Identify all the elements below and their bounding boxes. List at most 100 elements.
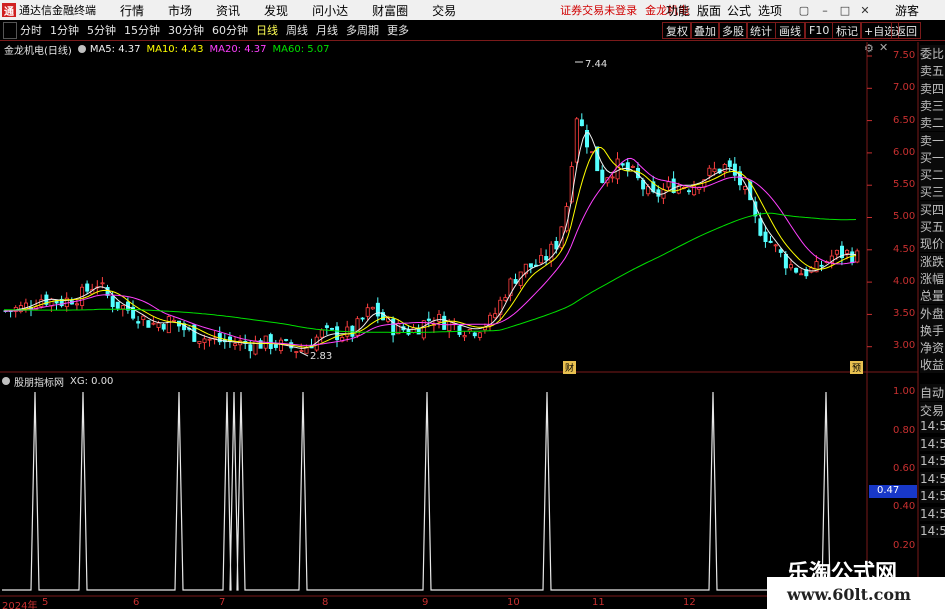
ma60-legend: MA60: 5.07: [272, 43, 330, 55]
candle-body: [156, 322, 161, 328]
chart-gear-icon[interactable]: ⚙: [864, 42, 874, 55]
quote-label: 卖三: [920, 96, 945, 114]
candle-body: [299, 350, 304, 352]
mark-button[interactable]: 标记: [832, 22, 862, 39]
overlay-button[interactable]: 叠加: [690, 22, 720, 39]
candle-body: [268, 334, 273, 349]
period-30min[interactable]: 30分钟: [168, 22, 204, 38]
menu-discover[interactable]: 发现: [264, 2, 288, 19]
candle-body: [819, 264, 824, 267]
indicator-header: 股朋指标网 XG: 0.00: [0, 373, 113, 389]
candle-body: [789, 264, 794, 269]
menu-wealth[interactable]: 财富圈: [372, 2, 408, 19]
menu-ask[interactable]: 问小达: [312, 2, 348, 19]
candle-body: [702, 179, 707, 188]
candle-body: [278, 339, 283, 352]
quote-label: 卖五: [920, 62, 945, 80]
candle-body: [95, 286, 100, 289]
collapse-arrow-icon[interactable]: [3, 21, 17, 39]
period-more[interactable]: 更多: [387, 22, 409, 38]
period-weekly[interactable]: 周线: [286, 22, 308, 38]
quote-label: 净资: [920, 339, 945, 357]
period-1min[interactable]: 1分钟: [50, 22, 79, 38]
f10-button[interactable]: F10: [805, 22, 834, 39]
chart-settings-icon[interactable]: [77, 45, 86, 53]
indicator-tick: 1.00: [893, 386, 916, 397]
period-monthly[interactable]: 月线: [316, 22, 338, 38]
menu-function[interactable]: 功能: [666, 2, 690, 19]
candle-body: [809, 267, 814, 273]
date-tick: 11: [592, 597, 605, 608]
candle-body: [646, 186, 651, 195]
quote-label: 现价: [920, 235, 945, 253]
candle-body: [59, 298, 64, 307]
candle-body: [69, 300, 74, 305]
skin-icon[interactable]: ▢: [797, 3, 811, 17]
candle-body: [39, 299, 44, 307]
menu-options[interactable]: 选项: [758, 2, 782, 19]
candle-body: [585, 129, 590, 148]
period-15min[interactable]: 15分钟: [124, 22, 160, 38]
menu-quotes[interactable]: 行情: [120, 2, 144, 19]
candle-body: [681, 187, 686, 189]
indicator-tick: 0.20: [893, 540, 916, 551]
candle-body: [85, 283, 90, 292]
date-tick: 12: [683, 597, 696, 608]
kline-chart[interactable]: [0, 0, 945, 609]
candle-body: [554, 240, 559, 250]
login-notice[interactable]: 证券交易未登录: [560, 2, 637, 18]
candle-body: [462, 335, 467, 338]
low-price-label: 2.83: [310, 351, 333, 362]
candle-body: [477, 332, 482, 338]
ma60-line: [4, 212, 857, 333]
multi-stock-button[interactable]: 多股: [718, 22, 748, 39]
maximize-icon[interactable]: □: [838, 3, 852, 17]
indicator-tick: 0.40: [893, 501, 916, 512]
date-tick: 7: [219, 597, 226, 608]
candle-body: [365, 307, 370, 317]
candle-body: [13, 307, 18, 312]
trade-time-label: 14:56: [920, 436, 945, 451]
preview-tag[interactable]: 预: [850, 361, 864, 374]
back-button[interactable]: 返回: [891, 22, 921, 39]
menu-formula[interactable]: 公式: [727, 2, 751, 19]
date-tick: 9: [422, 597, 429, 608]
ma20-legend: MA20: 4.37: [209, 43, 267, 55]
price-tick: 7.00: [893, 82, 916, 93]
candle-body: [141, 315, 146, 320]
period-intraday[interactable]: 分时: [20, 22, 42, 38]
finance-tag[interactable]: 财: [563, 361, 577, 374]
minimize-icon[interactable]: –: [818, 3, 832, 17]
stats-button[interactable]: 统计: [746, 22, 776, 39]
candle-body: [590, 151, 595, 154]
menu-market[interactable]: 市场: [168, 2, 192, 19]
menu-trade[interactable]: 交易: [432, 2, 456, 19]
price-tick: 4.00: [893, 276, 916, 287]
candle-body: [457, 325, 462, 335]
candle-body: [335, 326, 340, 341]
candle-body: [452, 323, 457, 326]
candle-body: [49, 298, 54, 307]
trade-time-label: 14:56: [920, 489, 945, 503]
period-60min[interactable]: 60分钟: [212, 22, 248, 38]
candle-body: [3, 310, 8, 312]
period-toolbar: 分时 1分钟 5分钟 15分钟 30分钟 60分钟 日线 周线 月线 多周期 更…: [0, 20, 945, 41]
adjust-button[interactable]: 复权: [662, 22, 692, 39]
draw-line-button[interactable]: 画线: [775, 22, 805, 39]
chart-close-icon[interactable]: ✕: [879, 41, 888, 54]
candle-body: [814, 261, 819, 273]
period-multi[interactable]: 多周期: [346, 22, 379, 38]
ma5-line: [3, 132, 857, 349]
indicator-current-value: 0.47: [869, 485, 917, 498]
guest-label[interactable]: 游客: [895, 2, 919, 19]
quote-label: 涨幅: [920, 269, 945, 287]
candle-body: [431, 323, 436, 326]
candle-body: [493, 313, 498, 319]
menu-layout[interactable]: 版面: [697, 2, 721, 19]
candle-body: [518, 271, 523, 286]
indicator-settings-icon[interactable]: [2, 377, 10, 385]
close-icon[interactable]: ✕: [858, 3, 872, 17]
period-daily[interactable]: 日线: [256, 22, 278, 38]
menu-news[interactable]: 资讯: [216, 2, 240, 19]
period-5min[interactable]: 5分钟: [87, 22, 116, 38]
